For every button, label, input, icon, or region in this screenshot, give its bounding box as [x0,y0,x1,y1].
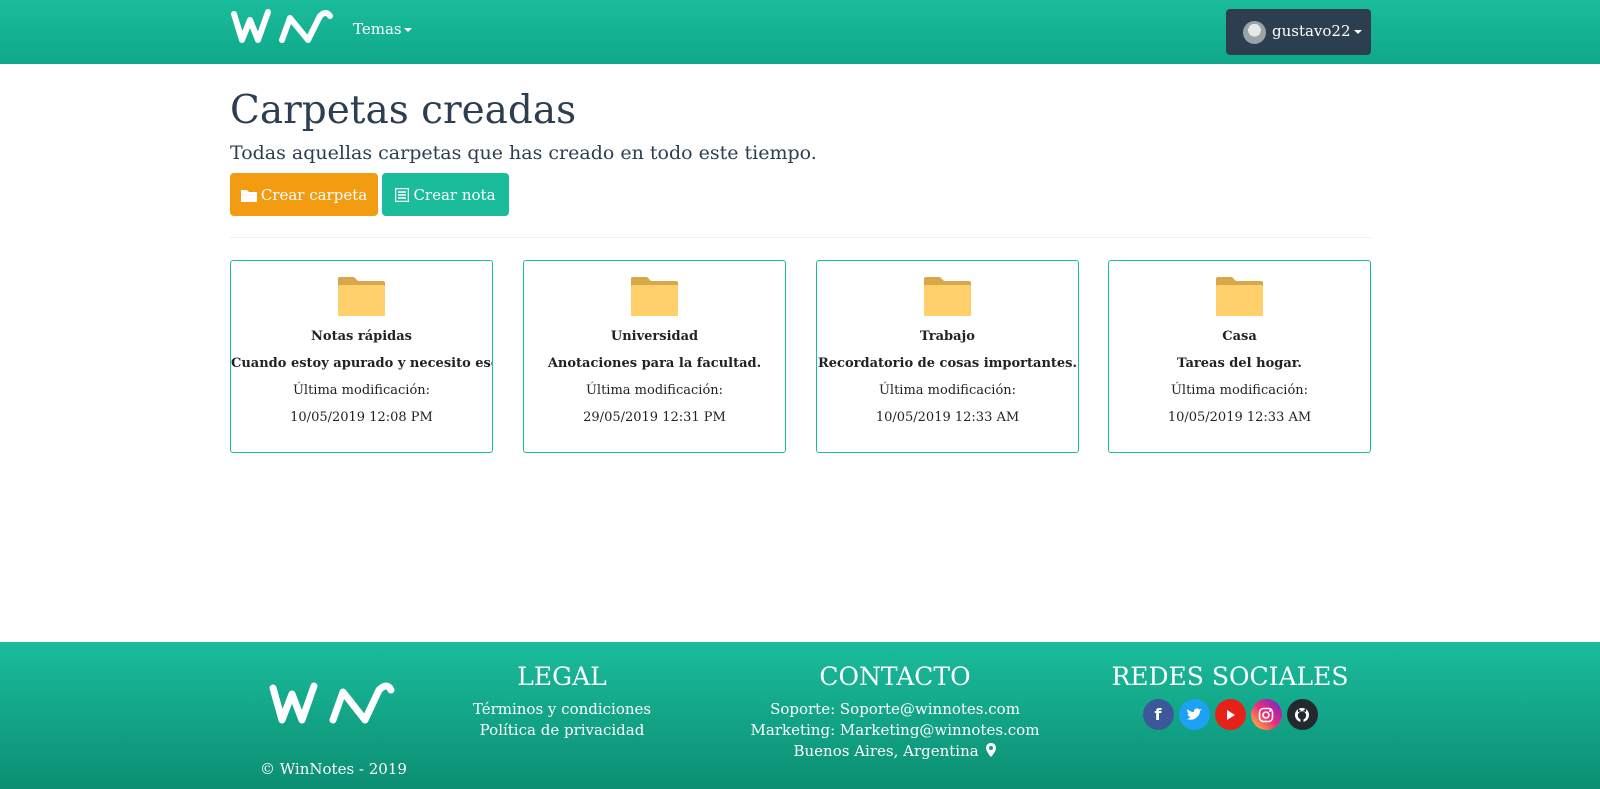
avatar [1243,21,1266,44]
user-menu-button[interactable]: gustavo22 [1226,9,1371,55]
chevron-down-icon [1354,30,1362,34]
marketing-email: Marketing: Marketing@winnotes.com [750,721,1040,739]
modified-label: Última modificación: [1170,383,1309,398]
folder-name: Universidad [610,329,699,344]
folder-card[interactable]: Notas rápidas Cuando estoy apurado y nec… [230,260,493,453]
folder-description: Cuando estoy apurado y necesito esc... [231,356,492,371]
copyright: © WinNotes - 2019 [260,760,407,778]
support-email: Soporte: Soporte@winnotes.com [770,700,1020,718]
folder-card[interactable]: Trabajo Recordatorio de cosas importante… [816,260,1079,453]
legal-section: LEGAL Términos y condiciones Política de… [462,662,662,741]
folder-icon [1216,277,1263,316]
folder-icon [338,277,385,316]
contact-title: CONTACTO [819,662,971,691]
twitter-icon[interactable] [1178,699,1210,730]
modified-label: Última modificación: [585,383,724,398]
page-subtitle: Todas aquellas carpetas que has creado e… [230,142,817,164]
map-marker-icon [986,743,997,757]
location-text: Buenos Aires, Argentina [793,742,979,760]
create-folder-label: Crear carpeta [260,185,368,204]
modified-date: 10/05/2019 12:33 AM [875,410,1020,425]
page-title: Carpetas creadas [230,88,577,133]
location-line: Buenos Aires, Argentina [740,741,1050,762]
folder-icon [240,189,257,202]
modified-date: 10/05/2019 12:33 AM [1167,410,1312,425]
folder-card[interactable]: Casa Tareas del hogar. Última modificaci… [1108,260,1371,453]
modified-label: Última modificación: [878,383,1017,398]
user-name: gustavo22 [1272,22,1351,40]
legal-title: LEGAL [517,662,607,691]
create-note-label: Crear nota [413,185,496,204]
social-title: REDES SOCIALES [1111,662,1349,691]
folder-icon [924,277,971,316]
folder-name: Casa [1222,329,1257,344]
instagram-icon[interactable] [1250,699,1282,730]
navbar: Temas gustavo22 [0,0,1600,64]
folder-card[interactable]: Universidad Anotaciones para la facultad… [523,260,786,453]
folder-description: Tareas del hogar. [1177,356,1302,371]
temas-label: Temas [353,20,402,38]
folder-description: Recordatorio de cosas importantes. [817,356,1078,371]
facebook-icon[interactable]: f [1142,699,1174,730]
chevron-down-icon [403,28,412,32]
social-icons: f [1110,699,1350,730]
list-icon [395,187,410,202]
modified-date: 10/05/2019 12:08 PM [290,410,433,425]
footer: © WinNotes - 2019 LEGAL Términos y condi… [0,642,1600,789]
github-icon[interactable] [1286,699,1318,730]
terms-link[interactable]: Términos y condiciones [473,700,651,718]
modified-date: 29/05/2019 12:31 PM [583,410,726,425]
folder-description: Anotaciones para la facultad. [547,356,762,371]
winnotes-logo [269,682,395,724]
privacy-link[interactable]: Política de privacidad [480,721,645,739]
create-note-button[interactable]: Crear nota [382,173,509,216]
contact-section: CONTACTO Soporte: Soporte@winnotes.com M… [740,662,1050,762]
folder-name: Trabajo [920,329,975,344]
temas-dropdown[interactable]: Temas [353,20,412,38]
modified-label: Última modificación: [292,383,431,398]
youtube-icon[interactable] [1214,699,1246,730]
folder-name: Notas rápidas [311,329,412,344]
divider [230,237,1371,238]
create-folder-button[interactable]: Crear carpeta [230,173,378,216]
winnotes-logo[interactable] [230,8,334,48]
social-section: REDES SOCIALES f [1110,662,1350,730]
folder-icon [631,277,678,316]
